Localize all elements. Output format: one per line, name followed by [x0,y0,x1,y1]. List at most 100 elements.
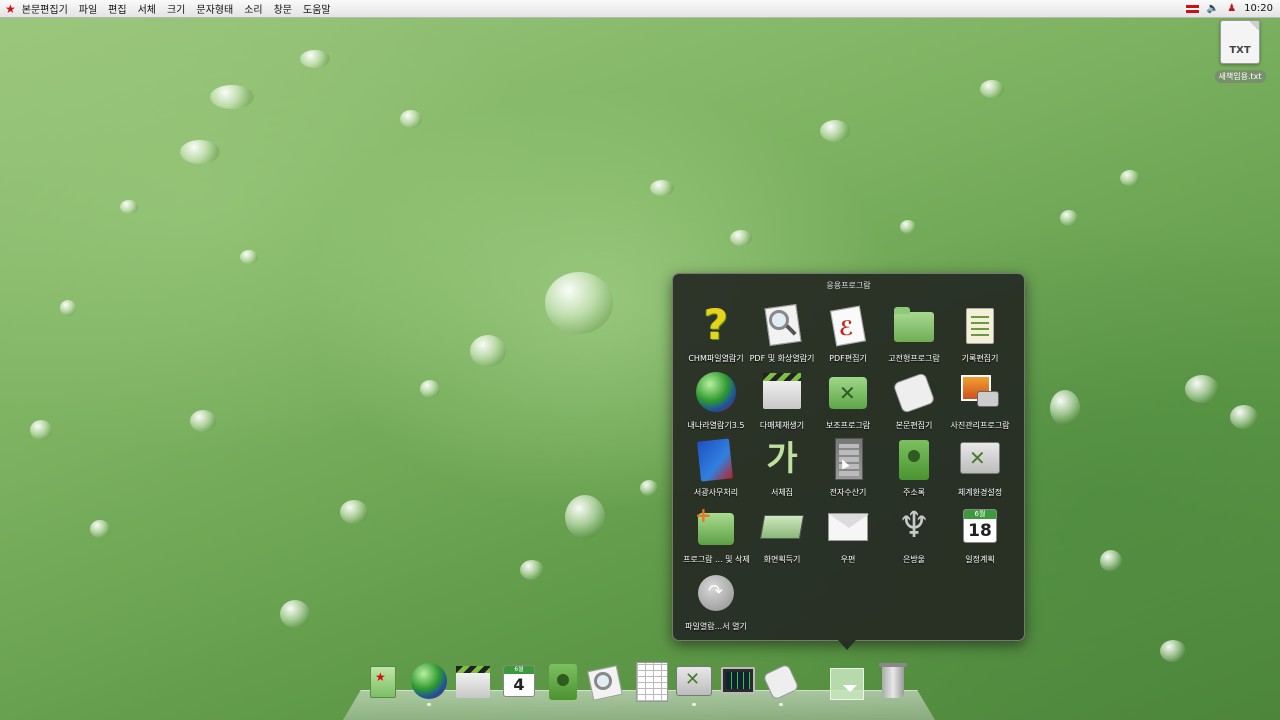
harp-icon: ♆ [897,505,931,546]
trash-icon [874,662,912,700]
photo-camera-icon [957,369,1003,415]
open-with-icon: ↷ [693,570,739,616]
menu-app-name[interactable]: 본문편집기 [22,1,68,16]
applications-stack-popup: 응용프로그람 ? CHM파일열람기 PDF 및 화상열람기 ℰ PDF편집기 고… [672,273,1025,641]
app-label: 본문편집기 [895,421,933,430]
app-program-install-remove[interactable]: + 프로그람 ... 및 삭제 [683,503,749,567]
dock-trash[interactable] [874,662,912,702]
calendar-icon: 6월 18 [957,503,1003,549]
screenshot-icon [759,503,805,549]
menu-size[interactable]: 크기 [167,1,185,16]
stack-pointer [838,640,856,650]
app-label: 보조프로그람 [825,421,871,430]
dock-address-book[interactable] [544,662,582,702]
menu-sound[interactable]: 소리 [244,1,262,16]
menu-file[interactable]: 파일 [79,1,97,16]
menu-text-style[interactable]: 문자형태 [196,1,233,16]
app-label: 사진관리프로그람 [950,421,1010,430]
dock-launcher[interactable]: ★ [366,662,404,702]
dock-media-player[interactable] [454,662,492,702]
launcher-icon: ★ [366,662,404,700]
app-label: PDF 및 화상열람기 [749,354,815,363]
app-mail[interactable]: 우편 [815,503,881,567]
dock-pdf-viewer[interactable] [586,662,624,702]
app-naenara-browser[interactable]: 내나라열람기3.5 [683,369,749,433]
dock-calendar[interactable]: 6월 4 [500,662,538,702]
text-editor-icon [762,662,800,701]
app-eunbangul[interactable]: ♆ 은방울 [881,503,947,567]
app-label: 서체집 [770,488,794,497]
app-label: 내나라열람기3.5 [687,421,745,430]
dock-applications-stack[interactable] [826,662,864,702]
app-photo-manager[interactable]: 사진관리프로그람 [947,369,1013,433]
dock-system-monitor[interactable] [718,662,756,702]
office-suite-icon [693,436,739,482]
app-label: 일정계획 [965,555,995,564]
address-book-icon [544,662,582,700]
calculator-icon [825,436,871,482]
globe-icon [693,369,739,415]
app-address-book[interactable]: 주소록 [881,436,947,500]
pdf-viewer-icon [759,302,805,348]
app-label: 고전형프로그람 [888,354,940,363]
monitor-icon [718,662,756,700]
dock-system-settings[interactable]: ✕ [675,662,713,706]
address-book-icon [891,436,937,482]
text-file-icon: TXT [1220,20,1260,64]
globe-icon [410,662,448,700]
wallpaper-water-drops [0,0,1280,720]
app-label: 서광사무처리 [693,488,739,497]
calendar-day: 18 [968,521,992,541]
dock-browser[interactable] [410,662,448,706]
top-menu-bar: ★ 본문편집기 파일 편집 서체 크기 문자형태 소리 창문 도움말 🔈 ♟ 1… [0,0,1280,18]
app-label: 다매체재생기 [759,421,805,430]
system-settings-icon: ✕ [957,436,1003,482]
app-chm-viewer[interactable]: ? CHM파일열람기 [683,302,749,366]
pdf-viewer-icon [586,662,624,701]
app-calculator[interactable]: 전자수산기 [815,436,881,500]
pdf-editor-icon: ℰ [825,302,871,348]
app-classic-programs[interactable]: 고전형프로그람 [881,302,947,366]
menu-font[interactable]: 서체 [138,1,156,16]
user-icon[interactable]: ♟ [1227,3,1236,14]
menu-edit[interactable]: 편집 [108,1,126,16]
menu-window[interactable]: 창문 [274,1,292,16]
app-label: 은방울 [902,555,926,564]
app-label: CHM파일열람기 [688,354,744,363]
stack-arrow-icon [826,662,864,700]
desktop-text-file[interactable]: TXT 새책임용.txt [1212,20,1268,83]
dock-spreadsheet[interactable] [632,662,670,702]
app-screenshot[interactable]: 화면획득기 [749,503,815,567]
volume-icon[interactable]: 🔈 [1207,3,1219,14]
app-label: 프로그람 ... 및 삭제 [683,555,749,564]
file-extension: TXT [1229,45,1251,56]
tools-folder-icon: ✕ [825,369,871,415]
calendar-day: 4 [513,675,525,694]
app-scheduler[interactable]: 6월 18 일정계획 [947,503,1013,567]
font-book-icon: 가 [766,439,798,479]
app-accessories[interactable]: ✕ 보조프로그람 [815,369,881,433]
app-office-suite[interactable]: 서광사무처리 [683,436,749,500]
app-label: 파일열람...서 열기 [685,622,747,631]
app-open-in-file-browser[interactable]: ↷ 파일열람...서 열기 [683,570,749,634]
app-note-editor[interactable]: 기록편집기 [947,302,1013,366]
app-label: 주소록 [902,488,926,497]
app-system-settings[interactable]: ✕ 체계환경설정 [947,436,1013,500]
app-font-book[interactable]: 가 서체집 [749,436,815,500]
app-text-editor[interactable]: 본문편집기 [881,369,947,433]
clapperboard-icon [759,369,805,415]
app-pdf-image-viewer[interactable]: PDF 및 화상열람기 [749,302,815,366]
spreadsheet-icon [632,662,670,702]
app-media-player[interactable]: 다매체재생기 [749,369,815,433]
calendar-month: 6월 [964,510,996,519]
file-name: 새책임용.txt [1214,70,1266,83]
clock[interactable]: 10:20 [1244,3,1273,14]
calendar-month: 6월 [504,666,534,674]
flag-icon[interactable] [1185,4,1199,13]
dock-text-editor[interactable] [762,662,800,706]
star-menu-icon[interactable]: ★ [5,2,16,16]
calendar-icon: 6월 4 [500,662,538,700]
notepad-icon [957,302,1003,348]
menu-help[interactable]: 도움말 [303,1,331,16]
app-pdf-editor[interactable]: ℰ PDF편집기 [815,302,881,366]
